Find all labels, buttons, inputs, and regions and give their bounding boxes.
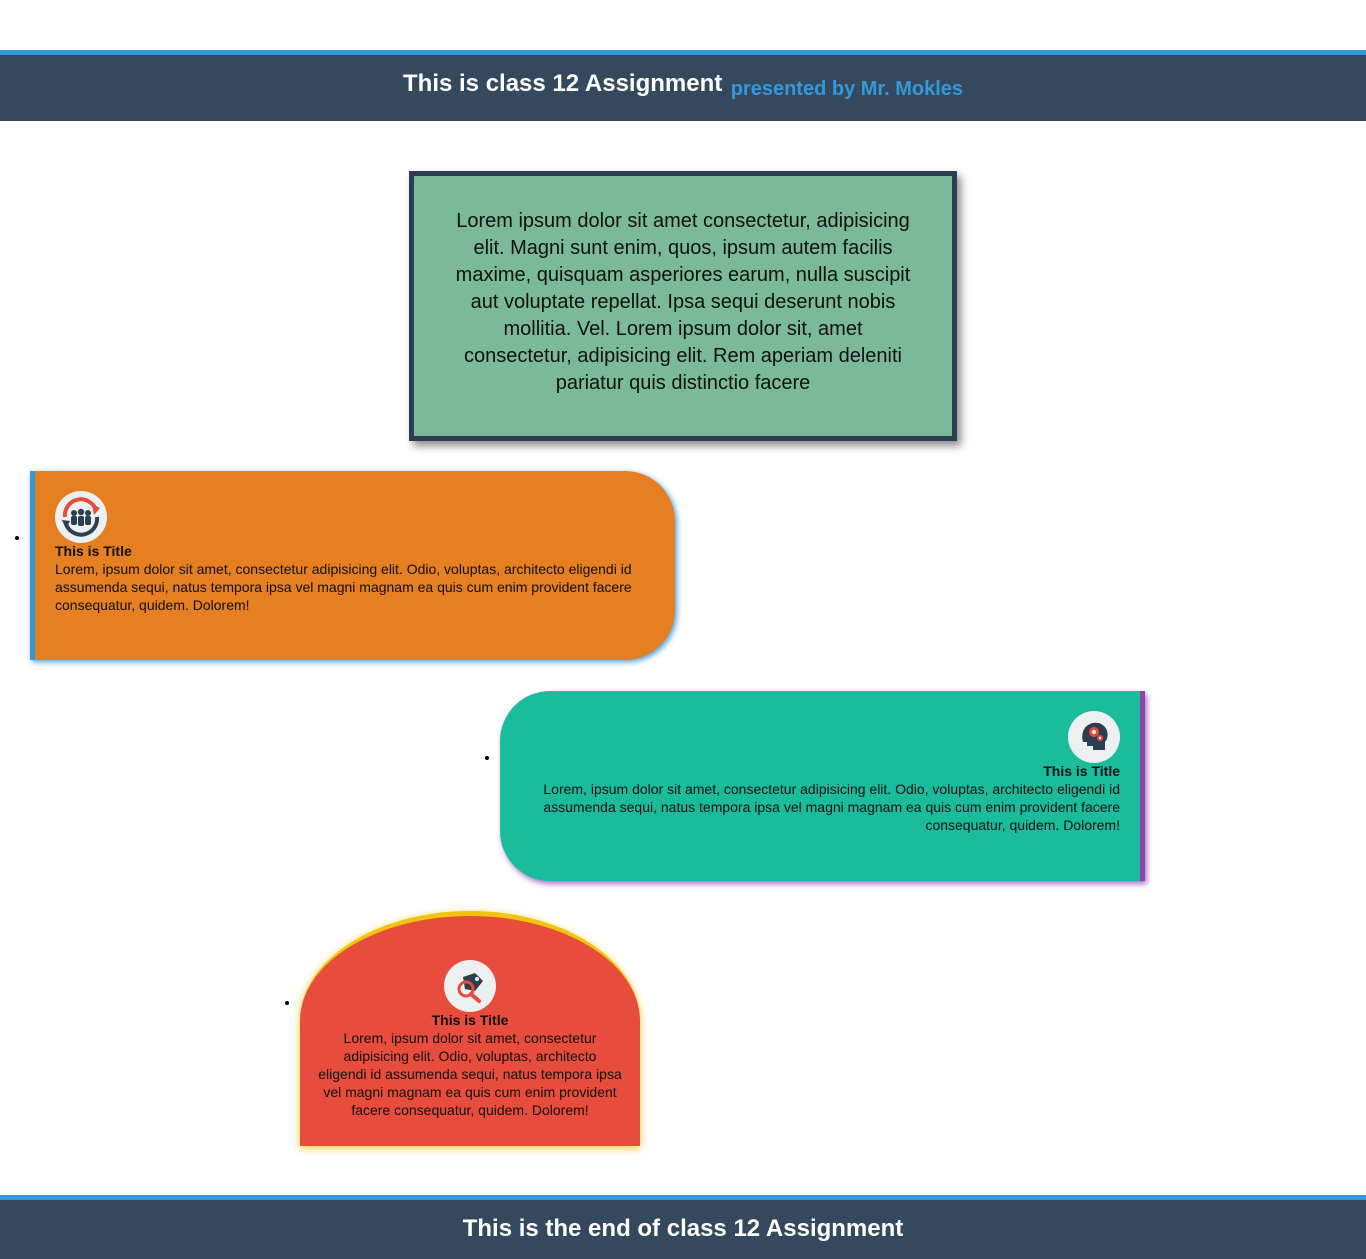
list-item-card-3: This is Title Lorem, ipsum dolor sit ame… [300,911,640,1146]
tag-search-icon [444,960,496,1012]
card-title: This is Title [431,1012,509,1028]
header-content: This is class 12 Assignment presented by… [0,70,1366,100]
intro-box: Lorem ipsum dolor sit amet consectetur, … [409,171,957,441]
card-title: This is Title [55,543,132,559]
team-cycle-icon [55,491,107,543]
list-item-card-1: This is Title Lorem, ipsum dolor sit ame… [30,471,675,660]
page-footer: This is the end of class 12 Assignment [0,1195,1366,1259]
head-gears-icon [1068,711,1120,763]
footer-title: This is the end of class 12 Assignment [462,1215,904,1242]
list-bullet-3 [285,1001,289,1005]
intro-text: Lorem ipsum dolor sit amet consectetur, … [455,210,911,394]
card-text: Lorem, ipsum dolor sit amet, consectetur… [318,1030,622,1118]
page-header: This is class 12 Assignment presented by… [0,50,1366,121]
page-title: This is class 12 Assignment [403,70,723,97]
page-subtitle: presented by Mr. Mokles [730,78,963,100]
list-bullet-1 [15,536,19,540]
card-title: This is Title [1043,763,1120,779]
card-text: Lorem, ipsum dolor sit amet, consectetur… [543,781,1120,833]
card-text: Lorem, ipsum dolor sit amet, consectetur… [55,561,632,613]
list-item-card-2: This is Title Lorem, ipsum dolor sit ame… [500,691,1145,881]
list-bullet-2 [485,756,489,760]
